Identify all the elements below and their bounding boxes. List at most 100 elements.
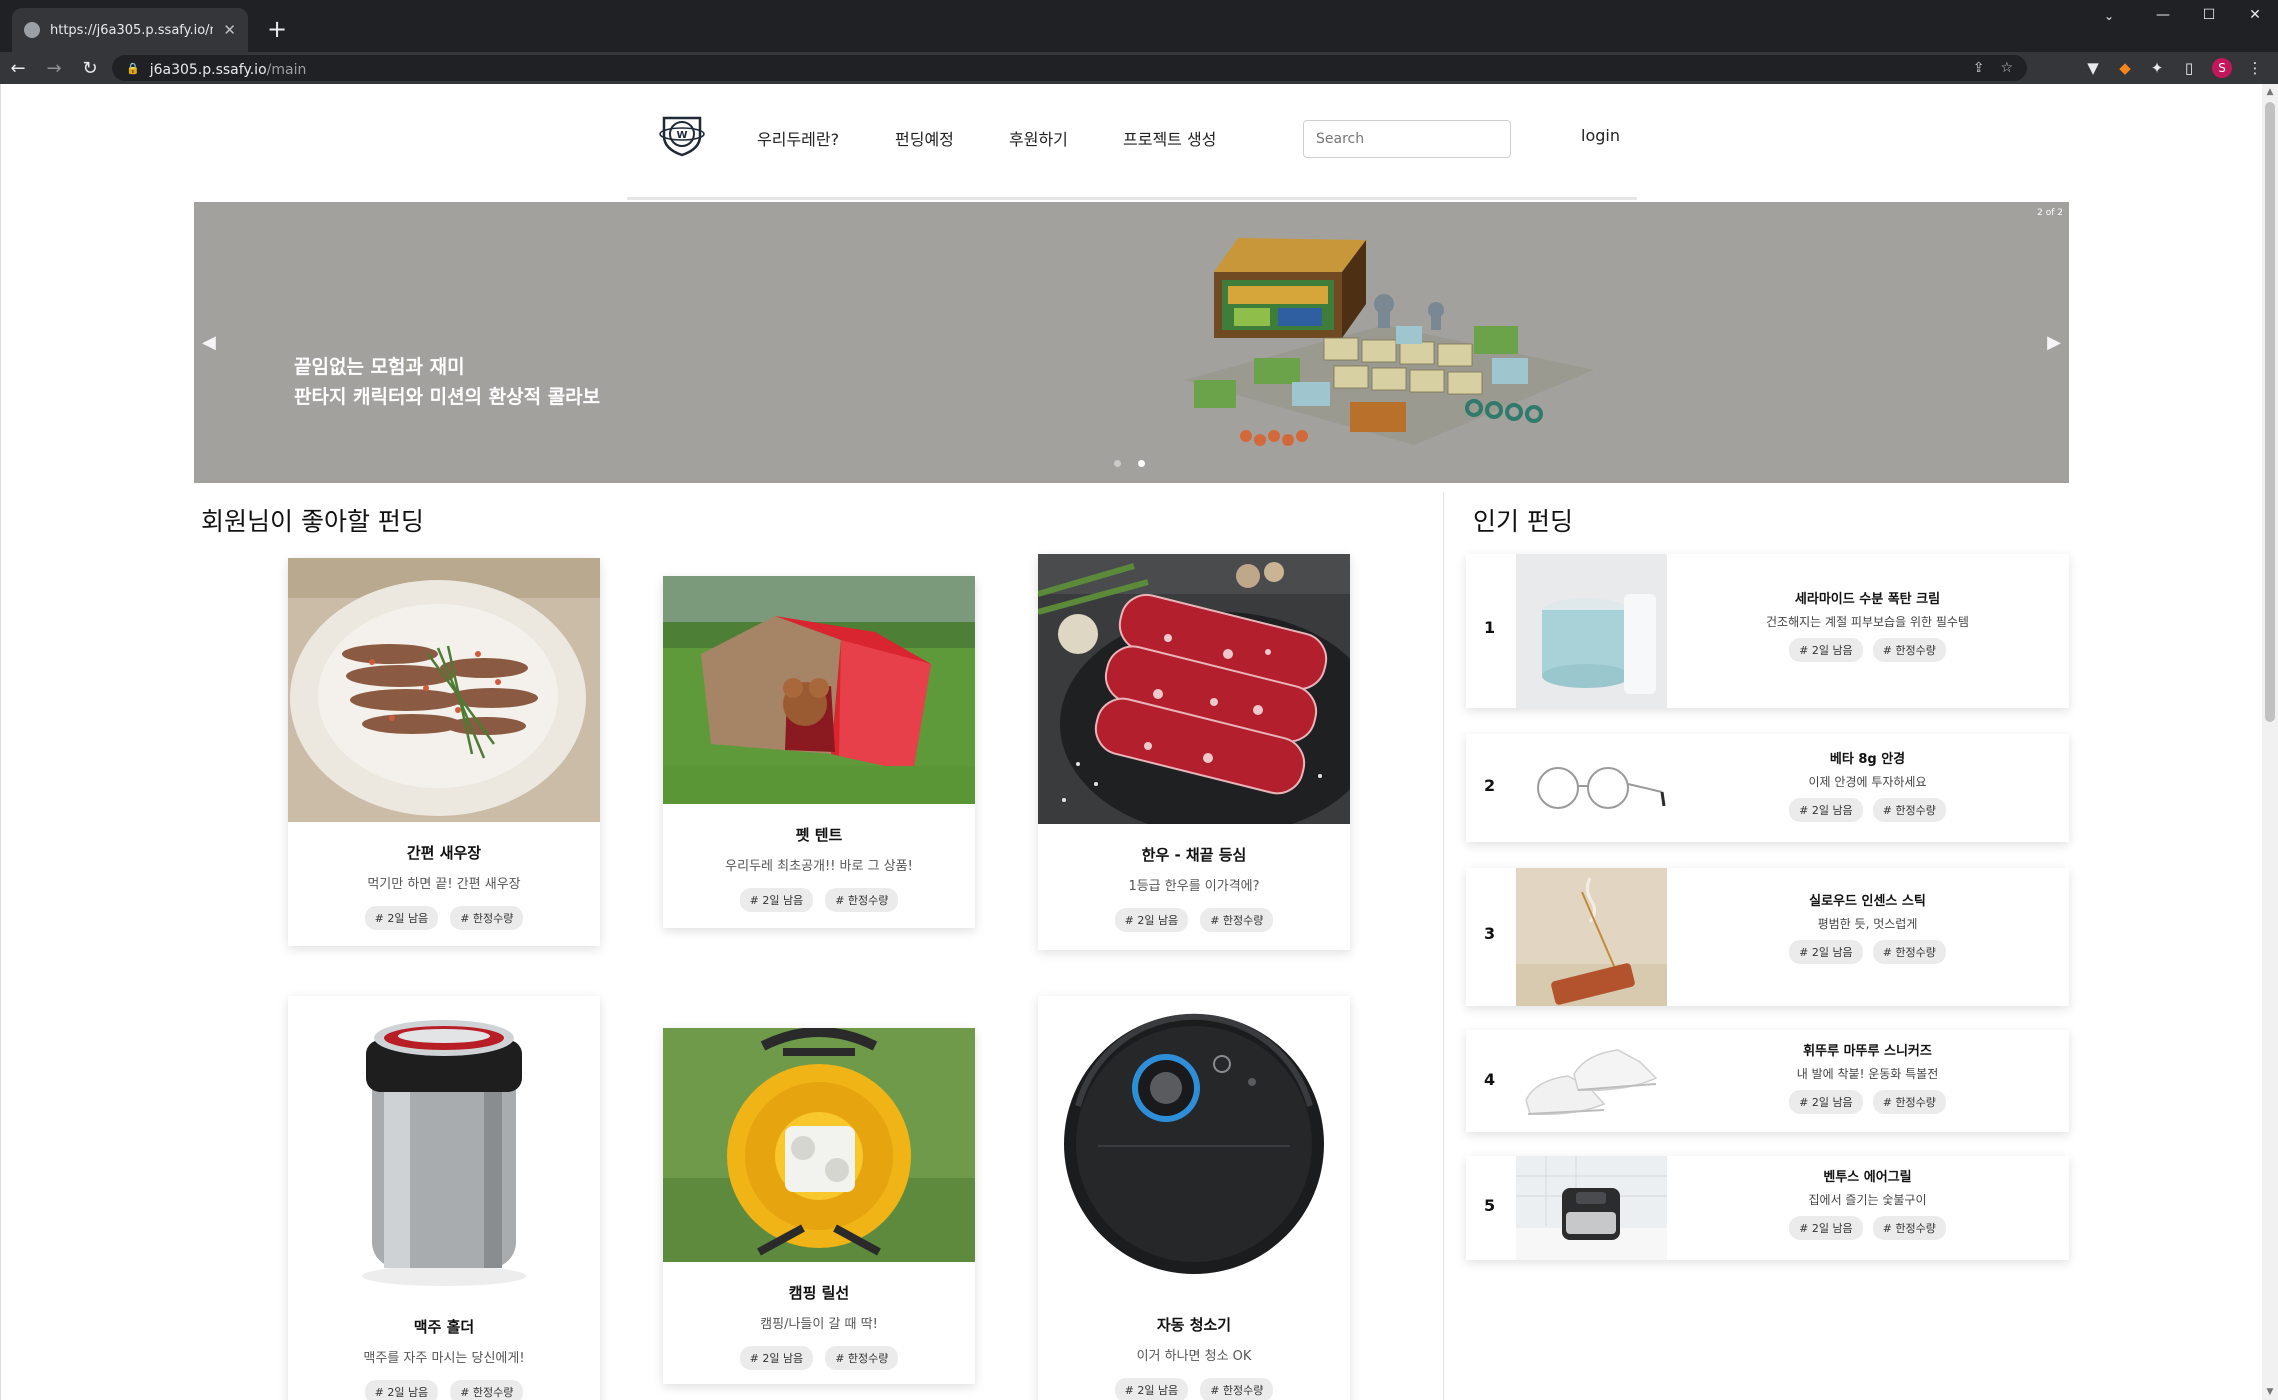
popular-item-title: 휘뚜루 마뚜루 스니커즈 — [1803, 1044, 1932, 1059]
lock-icon[interactable]: 🔒 — [126, 62, 140, 75]
scrollbar-thumb[interactable] — [2265, 102, 2275, 722]
popular-item[interactable]: 3 실로우드 인센스 스틱 평범한 듯, 멋스럽게 # 2일 남음 # 한정수량 — [1466, 868, 2069, 1006]
limited-tag: # 한정수량 — [1872, 638, 1946, 662]
rank-number: 1 — [1484, 618, 1496, 637]
banner-text: 끝임없는 모험과 재미 판타지 캐릭터와 미션의 환상적 콜라보 — [294, 352, 600, 412]
nav-create-project[interactable]: 프로젝트 생성 — [1123, 126, 1216, 150]
puzzle-extensions-icon[interactable]: ✦ — [2148, 59, 2166, 77]
days-left-tag: # 2일 남음 — [364, 1380, 439, 1400]
card-title: 맥주 홀더 — [413, 1318, 475, 1336]
limited-tag: # 한정수량 — [450, 1380, 524, 1400]
card-description: 캠핑/나들이 갈 때 딱! — [760, 1317, 878, 1332]
forward-icon[interactable]: → — [36, 53, 72, 83]
tab-search-icon[interactable]: ⌄ — [2094, 4, 2124, 28]
popular-item-title: 실로우드 인센스 스틱 — [1809, 894, 1926, 909]
scroll-up-arrow-icon[interactable]: ▲ — [2262, 84, 2278, 100]
nav-upcoming[interactable]: 펀딩예정 — [895, 126, 954, 150]
popular-item-image[interactable] — [1516, 868, 1667, 1006]
funding-card[interactable]: 맥주 홀더 맥주를 자주 마시는 당신에게! # 2일 남음 # 한정수량 — [288, 996, 600, 1400]
nav-donate[interactable]: 후원하기 — [1009, 126, 1068, 150]
card-title: 펫 텐트 — [795, 826, 843, 844]
popular-item[interactable]: 1 세라마이드 수분 폭탄 크림 건조해지는 계절 피부보습을 위한 필수템 #… — [1466, 554, 2069, 708]
site-navbar: W 우리두레란? 펀딩예정 후원하기 프로젝트 생성 login — [627, 112, 1637, 200]
share-icon[interactable]: ⇪ — [1973, 60, 1985, 76]
limited-tag: # 한정수량 — [825, 1346, 899, 1370]
card-image[interactable] — [1037, 554, 1380, 836]
nav-about[interactable]: 우리두레란? — [757, 126, 839, 150]
days-left-tag: # 2일 남음 — [1789, 1090, 1863, 1114]
scroll-down-arrow-icon[interactable]: ▼ — [2262, 1384, 2278, 1400]
side-panel-icon[interactable]: ▯ — [2180, 59, 2198, 77]
popular-item-title: 베타 8g 안경 — [1829, 752, 1906, 767]
slide-counter: 2 of 2 — [2037, 208, 2063, 218]
popular-item-description: 집에서 즐기는 숯불구이 — [1808, 1193, 1927, 1207]
limited-tag: # 한정수량 — [1872, 940, 1946, 964]
rank-number: 3 — [1484, 924, 1496, 943]
carousel-next-icon[interactable]: ▶ — [2047, 332, 2061, 353]
funding-card[interactable]: 자동 청소기 이거 하나면 청소 OK # 2일 남음 # 한정수량 — [1038, 996, 1350, 1400]
window-close-icon[interactable]: ✕ — [2232, 0, 2278, 30]
close-tab-icon[interactable]: ✕ — [223, 21, 236, 39]
favicon-icon — [24, 22, 40, 38]
limited-tag: # 한정수량 — [1200, 908, 1274, 932]
hero-carousel: 2 of 2 ◀ ▶ 끝임없는 모험과 재미 판타지 캐릭터와 미션의 환상적 … — [194, 202, 2069, 483]
bookmark-star-icon[interactable]: ☆ — [2000, 60, 2013, 76]
popular-item-description: 내 발에 착붙! 운동화 특볼전 — [1796, 1067, 1939, 1081]
days-left-tag: # 2일 남음 — [1114, 908, 1189, 932]
vpn-extension-icon[interactable]: ▼ — [2084, 59, 2102, 77]
carousel-dot-2[interactable] — [1138, 460, 1145, 467]
window-controls: — ☐ ✕ — [2140, 0, 2278, 30]
card-image[interactable] — [288, 996, 600, 1296]
card-image[interactable] — [288, 558, 600, 822]
carousel-dot-1[interactable] — [1114, 460, 1121, 467]
banner-line-2: 판타지 캐릭터와 미션의 환상적 콜라보 — [294, 386, 601, 408]
tab-title: https://j6a305.p.ssafy.io/main — [50, 22, 213, 38]
back-icon[interactable]: ← — [0, 53, 36, 83]
limited-tag: # 한정수량 — [1200, 1378, 1274, 1400]
card-image[interactable] — [1038, 996, 1350, 1294]
metamask-fox-icon[interactable]: ◆ — [2116, 59, 2134, 77]
carousel-indicators — [1114, 460, 1145, 467]
card-description: 먹기만 하면 끝! 간편 새우장 — [367, 877, 521, 892]
card-description: 우리두레 최초공개!! 바로 그 상품! — [725, 859, 913, 874]
popular-item-image[interactable] — [1516, 554, 1667, 708]
banner-line-1: 끝임없는 모험과 재미 — [294, 356, 465, 378]
card-image[interactable] — [663, 1027, 975, 1262]
popular-item-image[interactable] — [1516, 734, 1667, 842]
section-divider — [1443, 492, 1444, 1400]
url-path: /main — [266, 61, 307, 78]
carousel-prev-icon[interactable]: ◀ — [202, 332, 216, 353]
funding-card[interactable]: 펫 텐트 우리두레 최초공개!! 바로 그 상품! # 2일 남음 # 한정수량 — [663, 576, 975, 928]
page-scrollbar[interactable]: ▲ ▼ — [2262, 84, 2278, 1400]
days-left-tag: # 2일 남음 — [364, 906, 439, 930]
address-bar[interactable]: 🔒 j6a305.p.ssafy.io/main ⇪ ☆ — [112, 55, 2027, 81]
site-logo-icon[interactable]: W — [659, 112, 705, 158]
login-link[interactable]: login — [1581, 126, 1620, 145]
funding-card[interactable]: 간편 새우장 먹기만 하면 끝! 간편 새우장 # 2일 남음 # 한정수량 — [288, 558, 600, 946]
popular-item-description: 건조해지는 계절 피부보습을 위한 필수템 — [1766, 615, 1969, 629]
card-title: 간편 새우장 — [406, 844, 482, 862]
days-left-tag: # 2일 남음 — [1789, 638, 1863, 662]
rank-number: 5 — [1484, 1196, 1496, 1215]
days-left-tag: # 2일 남음 — [739, 888, 814, 912]
popular-section-title: 인기 펀딩 — [1473, 507, 1573, 536]
popular-item-image[interactable] — [1516, 1156, 1667, 1260]
svg-text:W: W — [676, 130, 687, 141]
minimize-icon[interactable]: — — [2140, 0, 2186, 30]
search-input[interactable] — [1303, 120, 1511, 158]
popular-item[interactable]: 4 휘뚜루 마뚜루 스니커즈 내 발에 착붙! 운동화 특볼전 # 2일 남음 #… — [1466, 1030, 2069, 1132]
maximize-icon[interactable]: ☐ — [2186, 0, 2232, 30]
profile-avatar[interactable]: S — [2212, 58, 2232, 78]
popular-item[interactable]: 5 벤투스 에어그릴 집에서 즐기는 숯불구이 # 2일 남음 # 한정수량 — [1466, 1156, 2069, 1260]
funding-card[interactable]: 한우 - 채끝 등심 1등급 한우를 이가격에? # 2일 남음 # 한정수량 — [1037, 554, 1380, 950]
funding-card[interactable]: 캠핑 릴선 캠핑/나들이 갈 때 딱! # 2일 남음 # 한정수량 — [663, 1027, 975, 1384]
popular-item-image[interactable] — [1516, 1030, 1667, 1132]
more-menu-icon[interactable]: ⋮ — [2246, 59, 2264, 77]
days-left-tag: # 2일 남음 — [1789, 1216, 1863, 1240]
browser-tab[interactable]: https://j6a305.p.ssafy.io/main ✕ — [12, 8, 248, 52]
days-left-tag: # 2일 남음 — [1789, 798, 1863, 822]
card-image[interactable] — [663, 576, 975, 804]
reload-icon[interactable]: ↻ — [72, 53, 108, 83]
popular-item[interactable]: 2 베타 8g 안경 이제 안경에 투자하세요 # 2일 남음 # 한정수량 — [1466, 734, 2069, 842]
new-tab-icon[interactable]: + — [262, 14, 292, 44]
